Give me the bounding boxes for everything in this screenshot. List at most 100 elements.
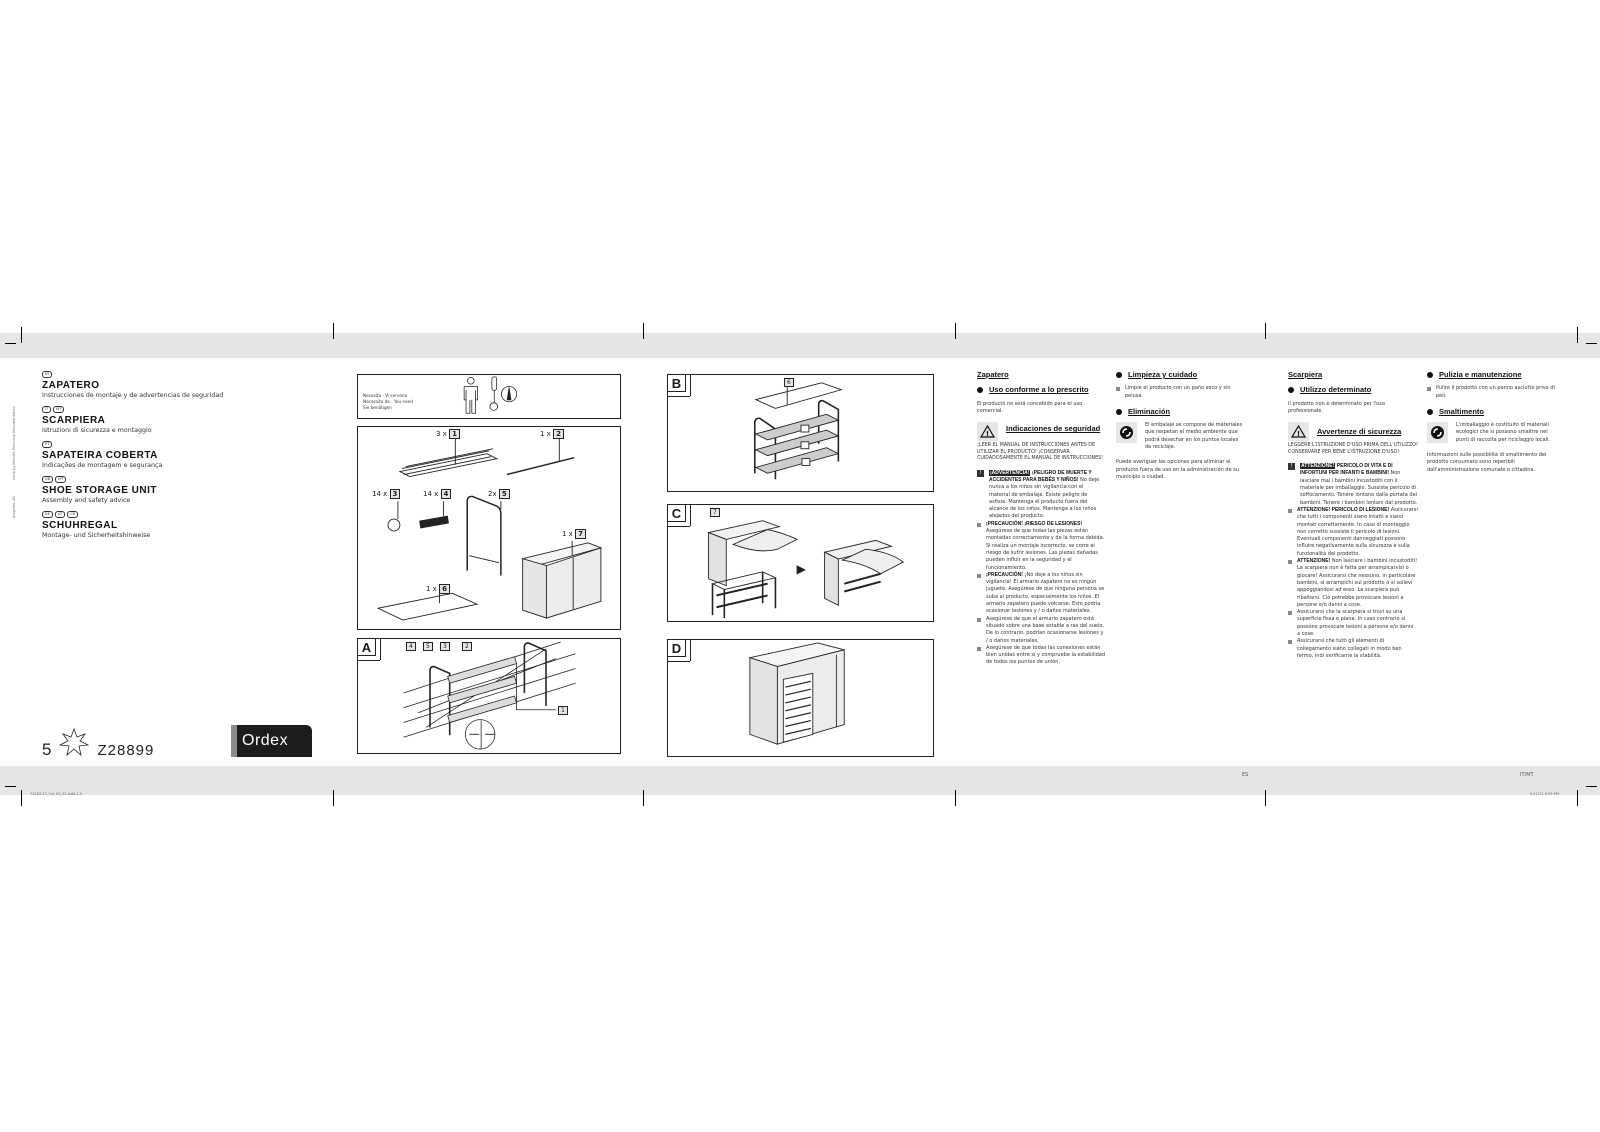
step-tag: B <box>667 374 691 397</box>
it-cleaning-item: Pulire il prodotto con un panno asciutto… <box>1427 385 1557 400</box>
it-warning-list: ! ATTENZIONE! PERICOLO DI VITA E DI INFOR… <box>1288 463 1418 660</box>
step-a-panel: A 4 5 3 2 1 <box>357 638 621 754</box>
cover-product-title: SHOE STORAGE UNIT <box>42 485 157 496</box>
tools-illustration <box>463 376 518 414</box>
warning-item: Assicurarsi che tutti gli elementi di co… <box>1288 638 1418 660</box>
es-section-title: Zapatero <box>977 370 1009 379</box>
bullet-icon <box>1288 560 1292 565</box>
brand-logo: Ordex <box>231 725 312 757</box>
it-cleaning-heading: Pulizia e manutenzione <box>1427 371 1557 378</box>
bullet-icon <box>1288 508 1292 513</box>
it-disposal-product: Informazioni sulle possibilità di smalti… <box>1427 452 1547 473</box>
step-tag: C <box>667 504 691 527</box>
cover-product-title: ZAPATERO <box>42 380 100 391</box>
bullet-icon <box>977 522 981 527</box>
es-disposal-heading: Eliminación <box>1116 407 1244 415</box>
callout-label: 2 <box>462 642 472 651</box>
part-label: 2x 5 <box>488 489 510 499</box>
warning-triangle-icon: ! <box>1288 422 1309 442</box>
language-code-badge: GB <box>42 476 54 483</box>
es-cleaning-item: Limpie el producto con un paño seco y si… <box>1116 385 1244 400</box>
step-b-panel: B 6 <box>667 374 934 492</box>
warning-item: ! ATTENZIONE! PERICOLO DI VITA E DI INFOR… <box>1288 463 1418 507</box>
cover-product-subtitle: Indicações de montagem e segurança <box>42 462 163 469</box>
step-a-illustration <box>403 641 576 750</box>
cover-product-title: SCARPIERA <box>42 415 106 426</box>
crop-mark <box>5 786 16 787</box>
warning-item: ATTENZIONE! Non lasciare i bambini incus… <box>1288 558 1418 609</box>
bullet-icon <box>977 617 981 622</box>
parts-panel: 3 x 1 1 x 2 14 x 3 14 x 4 2x 5 1 x 6 1 x… <box>357 426 621 630</box>
side-note: done by Melville Technical Documentation <box>12 406 16 480</box>
cover-title-list: ES ZAPATERO Instrucciones de montaje y de … <box>42 371 322 546</box>
shelf-part <box>398 438 499 477</box>
crop-mark <box>21 327 22 343</box>
part-label: 1 x 6 <box>426 584 450 594</box>
part-label: 14 x 3 <box>372 489 401 499</box>
part-label: 1 x 2 <box>540 429 564 439</box>
language-code-badge: ES <box>42 371 53 378</box>
page-label-it: IT/MT <box>1520 772 1534 778</box>
crop-mark <box>5 343 16 344</box>
green-dot-recycle-icon <box>1116 422 1137 444</box>
language-codes: ES <box>42 371 322 378</box>
screw-part <box>419 501 449 529</box>
cover-language-block: GB MT SHOE STORAGE UNIT Assembly and safety… <box>42 476 322 505</box>
warning-sign-icon: ! <box>977 470 984 477</box>
green-dot-recycle-icon <box>1427 422 1448 444</box>
rod-part <box>506 438 575 476</box>
callout-label: 1 <box>558 706 568 715</box>
step-c-illustration <box>707 520 905 619</box>
cover-language-block: DE AT CH SCHUHREGAL Montage- und Sicherheits… <box>42 511 322 540</box>
cover-language-block: ES ZAPATERO Instrucciones de montaje y de … <box>42 371 322 400</box>
bullet-icon <box>977 573 981 578</box>
step-d-illustration <box>748 642 845 745</box>
it-disposal-heading: Smaltimento <box>1427 407 1557 415</box>
es-warning-list: ! ¡ADVERTENCIA! ¡PELIGRO DE MUERTE Y ACCI… <box>977 470 1105 667</box>
language-code-badge: PT <box>42 441 53 448</box>
it-disposal-packaging: L'imballaggio è costituito di materiali … <box>1427 422 1557 444</box>
es-safety-heading: ! Indicaciones de seguridad <box>977 422 1105 442</box>
crop-mark <box>1265 323 1266 339</box>
part-label: 1 x 7 <box>562 529 586 539</box>
es-disposal-product: Puede averiguar las opciones para elimin… <box>1116 459 1240 480</box>
it-intended-use-text: Il prodotto non è determinato per l'uso … <box>1288 400 1385 414</box>
person-icon <box>463 377 478 414</box>
crop-mark <box>1577 790 1578 806</box>
cover-language-block: IT MT SCARPIERA Istruzioni di sicurezza e m… <box>42 406 322 435</box>
step-d-panel: D <box>667 639 934 757</box>
warning-item: Asegúrese de que todas las conexiones es… <box>977 645 1105 667</box>
version-note: progress: A2 <box>12 495 16 518</box>
screwdriver-icon <box>489 376 518 411</box>
cover-product-subtitle: Montage- und Sicherheitshinweise <box>42 532 151 539</box>
it-safety-intro: LEGGERE L'ISTRUZIONE D'USO PRIMA DELL'UT… <box>1288 443 1418 455</box>
step-tag: D <box>667 639 691 662</box>
it-section-title: Scarpiera <box>1288 370 1323 379</box>
crop-mark <box>21 790 22 806</box>
crop-mark <box>955 323 956 339</box>
es-intended-use-text: El producto no está concebido para el us… <box>977 400 1083 414</box>
part-label: 14 x 4 <box>423 489 452 499</box>
cover-product-subtitle: Istruzioni di sicurezza e montaggio <box>42 427 152 434</box>
language-code-badge: CH <box>67 511 79 518</box>
warning-sign-icon: ! <box>1288 463 1295 471</box>
article-number: Z28899 <box>97 742 155 759</box>
warning-item: ATTENZIONE! PERICOLO DI LESIONE! Assicur… <box>1288 507 1418 558</box>
crop-mark <box>1586 786 1597 787</box>
callout-label: 5 <box>423 642 433 651</box>
step-b-illustration <box>754 382 843 480</box>
cover-footer: 5 Z28899 <box>42 728 154 758</box>
frame-part <box>466 495 502 576</box>
page-number: 5 <box>42 740 52 759</box>
es-safety-intro: ¡LEER EL MANUAL DE INSTRUCCIONES ANTES D… <box>977 443 1104 462</box>
warning-item: ! ¡ADVERTENCIA! ¡PELIGRO DE MUERTE Y ACCI… <box>977 470 1105 521</box>
es-care-column: Limpieza y cuidado Limpie el producto co… <box>1116 371 1244 488</box>
it-safety-column: Scarpiera Utilizzo determinato Il prodot… <box>1288 371 1418 660</box>
crop-mark <box>1577 327 1578 343</box>
language-code-badge: MT <box>55 476 67 483</box>
tools-panel: Necesita · Vi servono Necessita de · You… <box>357 374 621 419</box>
warning-item: Assicurarsi che la scarpiera si trovi su… <box>1288 609 1418 638</box>
it-safety-heading: ! Avvertenze di sicurezza <box>1288 422 1418 442</box>
cover-language-block: PT SAPATEIRA COBERTA Indicações de montage… <box>42 441 322 470</box>
language-codes: IT MT <box>42 406 322 413</box>
